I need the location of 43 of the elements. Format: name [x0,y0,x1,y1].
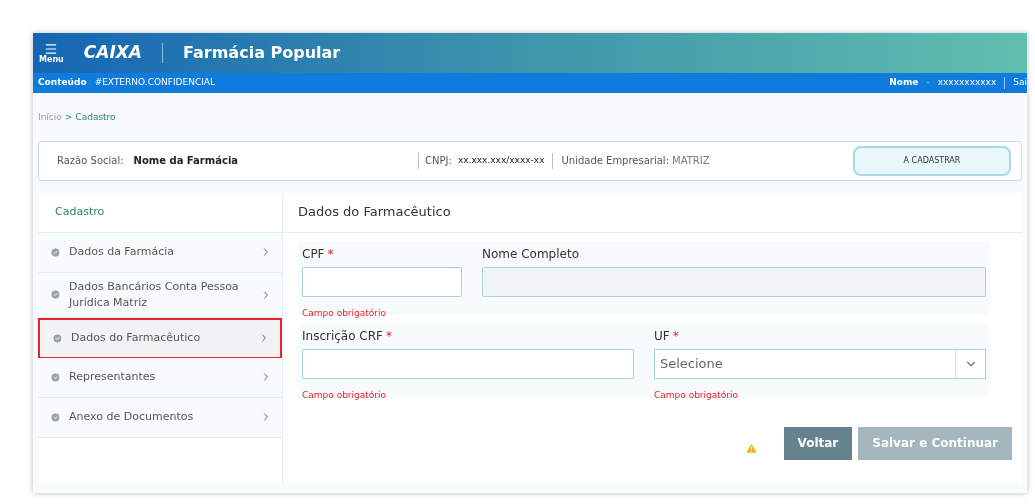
menu-icon [44,42,59,56]
error-message: Campo obrigatório [302,389,387,400]
check-icon [50,246,61,258]
cnpj-label: CNPJ: [425,154,452,168]
company-value: Nome da Farmácia [133,154,239,168]
warning-icon [744,441,758,455]
input-field[interactable] [302,266,462,297]
menu-button[interactable]: Menu [39,42,64,64]
exit-link[interactable]: Sai [1013,76,1027,90]
cnpj-value: xx.xxx.xxx/xxxx-xx [457,153,545,167]
breadcrumb-link[interactable]: Cadastro [75,111,116,125]
user-label: Nome [889,76,919,90]
form-title: Dados do Farmacêutico [283,192,1022,233]
input-field[interactable] [302,348,634,379]
field-label: Nome Completo [482,245,579,263]
classification-text: #EXTERNO.CONFIDENCIAL [94,76,215,90]
error-message: Campo obrigatório [654,389,739,400]
app-title: Farmácia Popular [183,42,341,64]
check-icon [50,289,61,300]
breadcrumb-separator: > [64,111,73,124]
check-icon [50,371,61,383]
error-message: Campo obrigatório [302,307,387,318]
check-icon [52,332,63,344]
logo: CAIXA [83,41,142,65]
unit-value: MATRIZ [672,154,710,168]
content-link[interactable]: Conteúdo [38,76,87,90]
sidebar-item[interactable]: Representantes [38,357,282,398]
sidebar-item[interactable]: Dados do Farmacêutico [38,317,282,358]
sidebar-item[interactable]: Dados da Farmácia [38,232,282,273]
user-value: xxxxxxxxxxx [937,76,997,90]
separator-text: - [926,76,930,90]
check-icon [50,411,61,423]
sidebar-item[interactable]: Dados Bancários Conta Pessoa Jurídica Matriz [38,272,282,318]
sidebar-item[interactable]: Anexo de Documentos [38,397,282,438]
sidebar-title: Cadastro [38,192,282,233]
status-button[interactable]: A CADASTRAR [853,145,1011,176]
action-button[interactable]: Voltar [783,426,853,460]
select-field[interactable]: Selecione [654,348,986,379]
company-label: Razão Social: [57,154,124,168]
field-label: Inscrição CRF * [302,327,392,345]
field-label: CPF * [302,245,334,263]
unit-label: Unidade Empresarial: [561,154,669,168]
field-label: UF * [654,327,679,345]
